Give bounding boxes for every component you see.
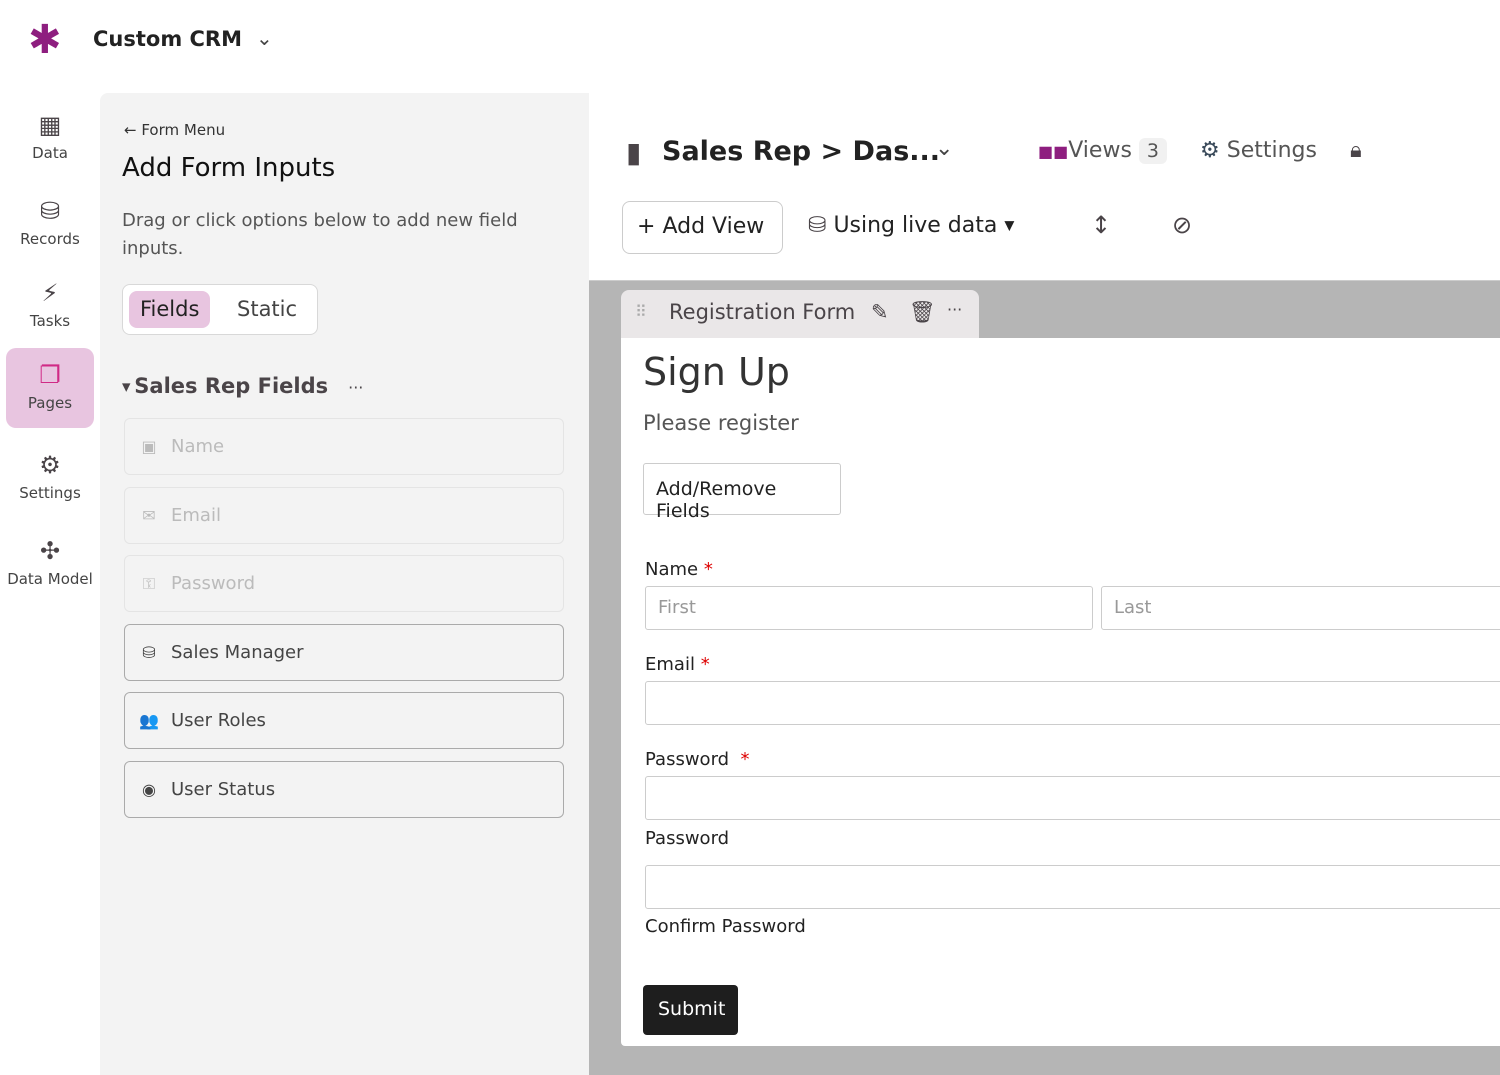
views-label: Views [1068,138,1132,163]
nav-pages[interactable]: ❐ Pages [6,348,94,428]
panel-title: Add Form Inputs [122,153,336,183]
field-label: User Roles [171,710,266,731]
label-text: Email [645,654,695,675]
submit-button[interactable]: Submit [643,985,738,1035]
password-sublabel: Password [645,828,730,849]
database-icon: ⛁ [39,197,61,225]
views-icon: ■■ [1038,142,1069,161]
panel-description: Drag or click options below to add new f… [122,210,518,259]
caret-down-icon: ▼ [122,380,135,394]
nav-data-model[interactable]: ✣ Data Model [0,524,100,604]
field-user-roles[interactable]: 👥 User Roles [124,692,564,749]
back-form-menu-link[interactable]: ← Form Menu [124,121,225,139]
form-title: Sign Up [643,350,790,394]
email-input[interactable] [645,681,1500,725]
gear-icon: ⚙ [39,451,61,479]
confirm-password-input[interactable] [645,865,1500,909]
user-search-icon: ⛁ [142,643,156,662]
label-text: Name [645,559,699,580]
plus-icon: + [637,214,663,239]
views-count-badge: 3 [1138,138,1167,164]
nav-data[interactable]: ▦ Data [6,98,94,178]
more-icon[interactable]: ··· [947,300,962,319]
nav-tasks[interactable]: ⚡ Tasks [6,266,94,346]
chevron-down-icon[interactable]: ⌄ [256,26,273,50]
database-icon: ⛁ [808,213,827,238]
add-view-button[interactable]: + Add View [622,201,783,254]
pencil-icon[interactable]: ✎ [871,300,889,324]
data-source-dropdown[interactable]: ⛁ Using live data ▼ [808,213,1014,238]
label-text: Password [645,749,730,770]
lock-icon[interactable]: 🔒︎ [1350,138,1362,163]
field-password: ⚿ Password [124,555,564,612]
form-subtitle: Please register [643,411,799,435]
nav-label: Data Model [7,570,93,588]
graph-icon: ✣ [39,537,61,565]
section-title: Sales Rep Fields [134,374,329,398]
envelope-icon: ✉ [142,506,156,525]
nav-label: Data [32,144,68,162]
contact-icon: ▣ [141,437,157,456]
gear-icon: ⚙ [1200,138,1220,163]
views-button[interactable]: ■■Views 3 [1038,138,1167,164]
field-label: Name [171,436,225,457]
form-inputs-panel: ← Form Menu Add Form Inputs Drag or clic… [100,93,589,1075]
add-view-label: Add View [662,214,765,239]
last-name-input[interactable]: Last [1101,586,1500,630]
more-icon[interactable]: ··· [348,378,363,397]
first-name-input[interactable]: First [645,586,1093,630]
field-name: ▣ Name [124,418,564,475]
field-label: Password [171,573,256,594]
settings-label: Settings [1226,138,1317,163]
page-title: Sales Rep > Das... [662,136,941,167]
field-label: User Status [171,779,276,800]
nav-label: Settings [19,484,81,502]
back-label: Form Menu [141,121,226,139]
nav-records[interactable]: ⛁ Records [6,184,94,264]
field-label: Email [171,505,221,526]
row-height-icon[interactable]: ↕ [1091,211,1111,239]
form-tab-title: Registration Form [669,300,856,324]
tab-fields[interactable]: Fields [129,291,211,328]
password-input[interactable] [645,776,1500,820]
field-sales-manager[interactable]: ⛁ Sales Manager [124,624,564,681]
nav-label: Pages [27,394,73,412]
data-source-label: Using live data [833,213,998,238]
key-icon: ⚿ [142,573,156,593]
email-label: Email * [645,654,710,675]
nav-settings[interactable]: ⚙ Settings [6,438,94,518]
registration-form-tab[interactable]: ⠿ Registration Form ✎ 🗑︎ ··· [621,290,979,338]
fields-static-toggle: Fields Static [122,284,318,335]
add-remove-fields-button[interactable]: Add/Remove Fields [643,463,841,522]
arrow-left-icon: ← [124,121,142,139]
app-logo-icon: ✱ [28,17,62,63]
required-marker: * [700,654,710,675]
form-card: Sign Up Please register Add/Remove Field… [621,338,1500,1046]
drag-handle-icon[interactable]: ⠿ [635,302,647,321]
document-icon: ▮ [626,136,642,169]
tab-static[interactable]: Static [226,291,308,328]
field-email: ✉ Email [124,487,564,544]
trash-icon[interactable]: 🗑︎ [909,300,936,325]
confirm-password-sublabel: Confirm Password [645,916,806,937]
caret-down-icon: ▼ [1004,218,1015,234]
password-label: Password * [645,749,750,770]
nav-label: Records [20,230,80,248]
bolt-icon: ⚡ [41,279,59,307]
section-sales-rep-fields[interactable]: ▼ Sales Rep Fields ··· [122,374,363,398]
field-label: Sales Manager [171,642,304,663]
pages-icon: ❐ [39,361,61,389]
radio-icon: ◉ [142,780,156,799]
tag-off-icon[interactable]: ⊘ [1172,211,1192,239]
chevron-down-icon[interactable]: ⌄ [935,136,953,161]
field-user-status[interactable]: ◉ User Status [124,761,564,818]
required-marker: * [740,749,750,770]
settings-button[interactable]: ⚙ Settings [1200,138,1317,163]
required-marker: * [703,559,713,580]
app-name[interactable]: Custom CRM [93,27,242,51]
table-icon: ▦ [38,111,62,139]
nav-label: Tasks [29,312,71,330]
name-label: Name * [645,559,713,580]
users-icon: 👥 [139,711,159,730]
